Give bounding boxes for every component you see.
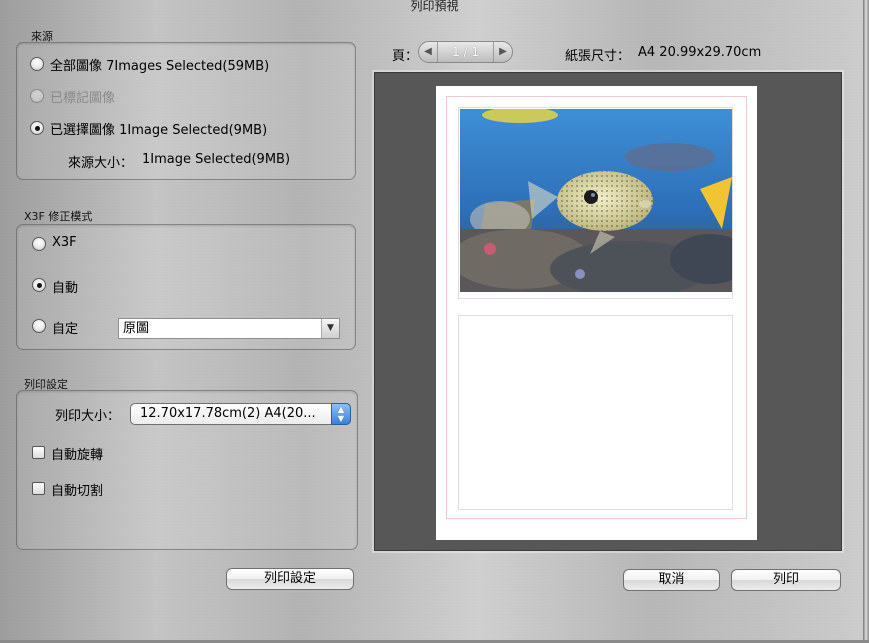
page-indicator: 1 / 1 — [452, 45, 479, 59]
option-auto-label[interactable]: 自動 — [52, 277, 78, 296]
print-button[interactable]: 列印 — [731, 569, 841, 591]
chevron-left-icon[interactable]: ◀ — [419, 42, 438, 62]
auto-rotate-checkbox[interactable] — [32, 446, 45, 459]
auto-crop-checkbox[interactable] — [32, 482, 45, 495]
x3f-section-label: X3F 修正模式 — [24, 210, 93, 223]
source-size-label: 來源大小： — [68, 156, 134, 171]
window-edge — [863, 0, 869, 643]
image-cell-2 — [458, 315, 733, 510]
option-x3f-label[interactable]: X3F — [52, 235, 77, 250]
option-custom-label[interactable]: 自定 — [52, 318, 78, 337]
option-selected-images-label[interactable]: 已選擇圖像 1Image Selected(9MB) — [50, 119, 267, 138]
chevron-down-icon: ▼ — [321, 319, 339, 338]
custom-mode-select-value: 原圖 — [123, 321, 150, 336]
option-all-images-label[interactable]: 全部圖像 7Images Selected(59MB) — [50, 55, 269, 74]
radio-selected-images[interactable] — [30, 121, 44, 135]
window-title: 列印預視 — [410, 0, 459, 13]
paper-size-value: A4 20.99x29.70cm — [638, 45, 762, 60]
page-navigator: ◀ 1 / 1 ▶ — [418, 41, 513, 63]
print-size-value: 12.70x17.78cm(2) A4(20... — [140, 406, 316, 421]
radio-custom[interactable] — [32, 319, 46, 333]
auto-rotate-label[interactable]: 自動旋轉 — [51, 444, 103, 463]
custom-mode-select[interactable]: 原圖 ▼ — [118, 318, 340, 339]
print-size-label: 列印大小： — [55, 409, 121, 424]
page-label: 頁： — [392, 49, 419, 64]
radio-x3f[interactable] — [32, 237, 46, 251]
pufferfish-photo — [460, 109, 732, 292]
print-setup-button[interactable]: 列印設定 — [226, 568, 354, 590]
cancel-button[interactable]: 取消 — [623, 569, 720, 591]
radio-all-images[interactable] — [30, 57, 44, 71]
print-size-popup[interactable]: 12.70x17.78cm(2) A4(20... ▲ ▼ — [130, 403, 351, 425]
source-size-value: 1Image Selected(9MB) — [142, 152, 291, 167]
radio-auto[interactable] — [32, 278, 46, 292]
paper-sheet — [436, 86, 757, 540]
paper-size-label: 紙張尺寸： — [565, 49, 631, 64]
up-down-stepper-icon: ▲ ▼ — [331, 403, 351, 425]
option-tagged-images-label: 已標記圖像 — [50, 91, 116, 106]
auto-crop-label[interactable]: 自動切割 — [51, 480, 103, 499]
radio-tagged-images — [30, 89, 44, 103]
chevron-right-icon[interactable]: ▶ — [493, 42, 512, 62]
